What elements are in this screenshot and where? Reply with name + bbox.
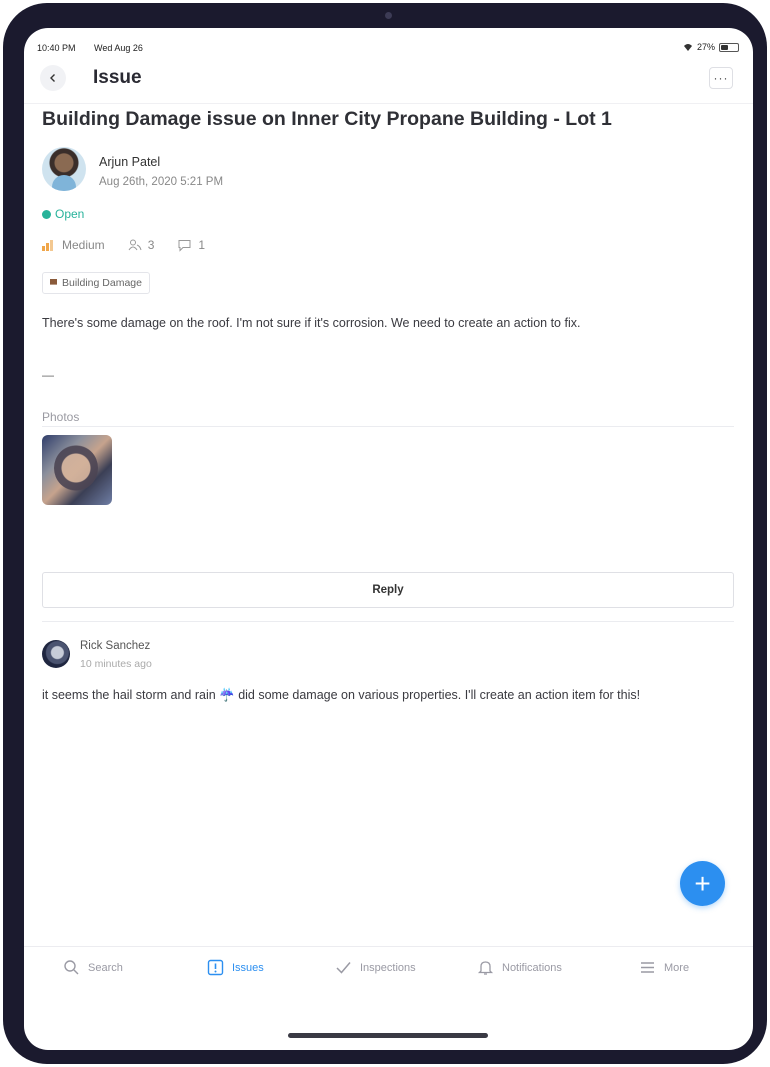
tab-inspections-label: Inspections <box>360 961 416 974</box>
photos-heading: Photos <box>42 410 734 427</box>
comments-indicator[interactable]: 1 <box>177 238 205 252</box>
issue-description: There's some damage on the roof. I'm not… <box>42 316 581 330</box>
navigation-bar: Issue ··· <box>24 64 753 104</box>
divider <box>42 621 734 622</box>
category-tag[interactable]: Building Damage <box>42 272 150 294</box>
tablet-frame: 10:40 PM Wed Aug 26 27% Issue ··· Buildi… <box>3 3 767 1064</box>
comment-bubble-icon <box>178 239 191 252</box>
photo-thumbnail[interactable] <box>42 435 112 505</box>
page-title: Issue <box>93 67 142 88</box>
commenter-name[interactable]: Rick Sanchez <box>80 640 150 652</box>
tab-more[interactable]: More <box>639 959 689 976</box>
home-indicator[interactable] <box>288 1033 488 1038</box>
assignees-indicator[interactable]: 3 <box>128 238 155 252</box>
back-button[interactable] <box>40 65 66 91</box>
chevron-left-icon <box>50 74 55 82</box>
tab-search-label: Search <box>88 961 123 974</box>
front-camera <box>385 12 392 19</box>
tab-notifications-label: Notifications <box>502 961 562 974</box>
tag-label: Building Damage <box>62 277 142 289</box>
description-separator: — <box>42 368 54 382</box>
bell-icon <box>477 961 494 975</box>
tab-search[interactable]: Search <box>63 959 123 976</box>
priority-label: Medium <box>62 238 105 252</box>
commenter-avatar[interactable] <box>42 640 70 668</box>
tab-issues[interactable]: Issues <box>207 959 264 976</box>
bottom-tab-bar: Search Issues Inspections Notifications … <box>24 946 753 994</box>
comment-text: it seems the hail storm and rain ☔ did s… <box>42 688 641 702</box>
tab-more-label: More <box>664 961 690 974</box>
status-badge[interactable]: Open <box>42 207 734 221</box>
wifi-icon <box>683 44 692 51</box>
author-name[interactable]: Arjun Patel <box>99 155 160 169</box>
issue-title: Building Damage issue on Inner City Prop… <box>42 108 612 130</box>
flag-icon <box>50 279 57 287</box>
search-icon <box>64 960 79 975</box>
battery-icon <box>719 42 739 52</box>
tab-notifications[interactable]: Notifications <box>477 959 562 976</box>
status-date: Wed Aug 26 <box>94 43 143 53</box>
checkmark-icon <box>336 962 351 974</box>
issues-icon <box>207 959 224 976</box>
priority-indicator[interactable]: Medium <box>42 238 105 252</box>
people-icon <box>128 239 142 251</box>
status-dot-icon <box>42 209 51 219</box>
status-time: 10:40 PM <box>37 43 76 53</box>
author-avatar[interactable] <box>42 147 86 191</box>
comment-time: 10 minutes ago <box>80 658 152 670</box>
battery-percent: 27% <box>696 42 715 52</box>
issue-detail: Building Damage issue on Inner City Prop… <box>42 106 734 702</box>
issue-meta: Medium 3 1 <box>42 236 734 254</box>
add-button[interactable]: + <box>680 861 725 906</box>
priority-bars-icon <box>42 239 56 251</box>
more-options-button[interactable]: ··· <box>709 67 733 89</box>
app-screen: 10:40 PM Wed Aug 26 27% Issue ··· Buildi… <box>24 28 753 1050</box>
status-bar: 10:40 PM Wed Aug 26 27% <box>24 28 753 68</box>
menu-icon <box>641 962 654 973</box>
reply-button[interactable]: Reply <box>42 572 734 608</box>
status-label: Open <box>55 207 85 221</box>
tab-issues-label: Issues <box>232 961 264 974</box>
tab-inspections[interactable]: Inspections <box>335 959 416 976</box>
issue-date: Aug 26th, 2020 5:21 PM <box>99 176 224 188</box>
status-indicators: 27% <box>683 42 739 52</box>
comments-count: 1 <box>198 238 206 252</box>
assignees-count: 3 <box>147 238 155 252</box>
issue-author: Arjun Patel Aug 26th, 2020 5:21 PM <box>42 147 734 201</box>
